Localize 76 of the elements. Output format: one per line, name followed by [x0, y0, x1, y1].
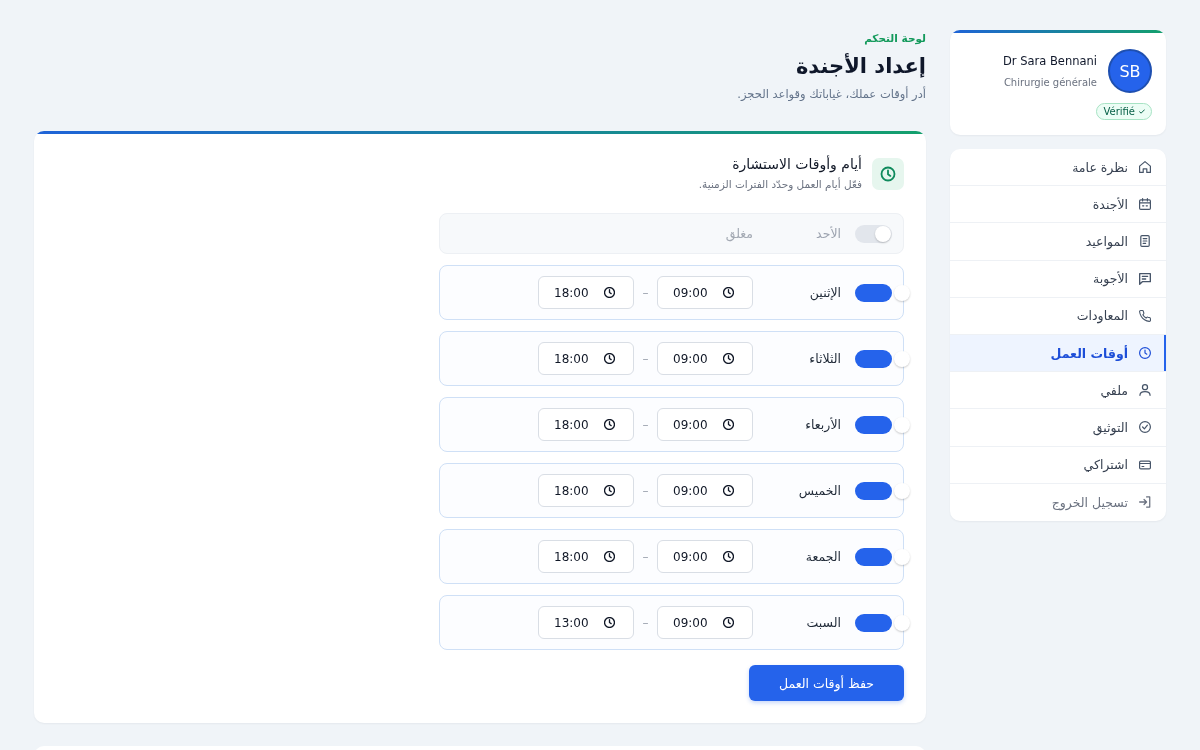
range-separator: –: [641, 483, 650, 498]
toggle-switch[interactable]: [855, 547, 910, 566]
clock-icon: [1139, 347, 1151, 360]
nav-item[interactable]: التوثيق: [950, 409, 1166, 447]
range-separator: –: [641, 615, 650, 630]
clock-icon: [723, 353, 734, 364]
time-input[interactable]: 09:00: [657, 606, 753, 639]
clock-icon: [604, 419, 615, 430]
toggle-switch[interactable]: [855, 349, 910, 368]
clock-icon: [604, 551, 615, 562]
toggle-switch[interactable]: [855, 415, 910, 434]
clock-icon: [604, 617, 615, 628]
nav-item[interactable]: تسجيل الخروج: [950, 483, 1166, 521]
time-input[interactable]: 09:00: [657, 276, 753, 309]
save-button[interactable]: حفظ أوقات العمل: [749, 665, 904, 701]
day-label: الخميس: [797, 483, 841, 498]
clock-icon: [723, 419, 734, 430]
clock-icon: [723, 617, 734, 628]
check-icon: [1139, 109, 1145, 114]
clock-icon: [604, 353, 615, 364]
nav-item[interactable]: المواعيد: [950, 223, 1166, 261]
day-label: الثلاثاء: [808, 351, 841, 366]
toggle-switch[interactable]: [855, 481, 910, 500]
calendar-icon: [1139, 198, 1151, 211]
range-separator: –: [641, 351, 650, 366]
clock-icon: [723, 485, 734, 496]
day-label: الجمعة: [804, 549, 841, 564]
nav-item[interactable]: المعاودات: [950, 297, 1166, 335]
toggle-switch[interactable]: [855, 283, 910, 302]
day-label: الأربعاء: [804, 417, 841, 432]
chat-bubble-icon: [1139, 272, 1151, 285]
closed-label: مغلق: [725, 226, 753, 241]
range-separator: –: [641, 285, 650, 300]
nav-item[interactable]: الأجندة: [950, 186, 1166, 224]
time-input[interactable]: 09:00: [657, 408, 753, 441]
time-input[interactable]: 18:00: [538, 408, 634, 441]
time-input[interactable]: 18:00: [538, 276, 634, 309]
clock-icon: [872, 158, 904, 190]
nav-item[interactable]: ملفي: [950, 372, 1166, 410]
breadcrumb: لوحة التحكم: [863, 32, 926, 44]
day-label: السبت: [805, 615, 841, 630]
toggle-switch[interactable]: [855, 613, 910, 632]
avatar-initials: SB: [1108, 49, 1152, 93]
time-input[interactable]: 09:00: [657, 342, 753, 375]
verified-label: Vérifié: [1103, 106, 1135, 117]
nav-item[interactable]: أوقات العمل: [950, 334, 1166, 373]
range-separator: –: [641, 417, 650, 432]
clock-icon: [604, 287, 615, 298]
check-circle-icon: [1139, 421, 1151, 434]
nav-item[interactable]: اشتراكي: [950, 446, 1166, 484]
card-title: أيام وأوقات الاستشارة: [731, 156, 862, 172]
home-icon: [1139, 161, 1151, 174]
phone-icon: [1139, 309, 1151, 322]
page-subtitle: أدر أوقات عملك، غياباتك وقواعد الحجز.: [736, 87, 926, 101]
time-input[interactable]: 09:00: [657, 474, 753, 507]
clock-icon: [723, 551, 734, 562]
logout-icon: [1139, 496, 1151, 509]
page-title: إعداد الأجندة: [794, 52, 926, 80]
time-input[interactable]: 09:00: [657, 540, 753, 573]
range-separator: –: [641, 549, 650, 564]
day-label: الإثنين: [808, 285, 841, 300]
clock-icon: [604, 485, 615, 496]
user-icon: [1139, 384, 1151, 397]
nav-item[interactable]: نظرة عامة: [950, 149, 1166, 187]
time-input[interactable]: 18:00: [538, 474, 634, 507]
card-subtitle: فعّل أيام العمل وحدّد الفترات الزمنية.: [698, 178, 862, 190]
time-input[interactable]: 13:00: [538, 606, 634, 639]
day-label: الأحد: [815, 226, 841, 241]
card-icon: [1139, 458, 1151, 471]
clock-icon: [723, 287, 734, 298]
time-input[interactable]: 18:00: [538, 540, 634, 573]
nav-item[interactable]: الأجوبة: [950, 260, 1166, 298]
doctor-name: Dr Sara Bennani: [1002, 54, 1097, 68]
doctor-specialty: Chirurgie générale: [1003, 77, 1097, 88]
time-input[interactable]: 18:00: [538, 342, 634, 375]
document-icon: [1139, 235, 1151, 248]
